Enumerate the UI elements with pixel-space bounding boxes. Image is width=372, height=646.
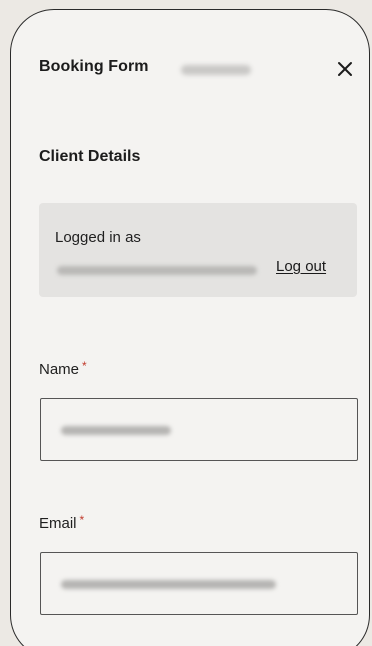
- name-label-text: Name: [39, 361, 80, 378]
- booking-form-modal: Booking Form Client Details Logged in as…: [10, 9, 370, 646]
- page: Booking Form Client Details Logged in as…: [0, 0, 372, 646]
- redacted-user-email: [57, 266, 257, 275]
- close-icon: [338, 62, 352, 76]
- section-title-client-details: Client Details: [39, 148, 141, 165]
- email-input[interactable]: [40, 552, 358, 615]
- name-input[interactable]: [40, 398, 358, 461]
- name-required-marker: *: [82, 359, 87, 373]
- modal-title: Booking Form: [39, 58, 149, 75]
- logout-link[interactable]: Log out: [276, 258, 326, 275]
- logged-in-label: Logged in as: [55, 229, 141, 246]
- logged-in-panel: Logged in as Log out: [39, 203, 357, 297]
- close-button[interactable]: [333, 57, 357, 81]
- redacted-name-value: [61, 426, 171, 435]
- email-required-marker: *: [79, 513, 85, 527]
- email-field-label: Email *: [39, 513, 84, 532]
- redacted-email-value: [61, 580, 276, 589]
- email-label-text: Email: [39, 515, 77, 532]
- redacted-title-suffix: [181, 65, 251, 75]
- name-field-label: Name *: [39, 359, 87, 378]
